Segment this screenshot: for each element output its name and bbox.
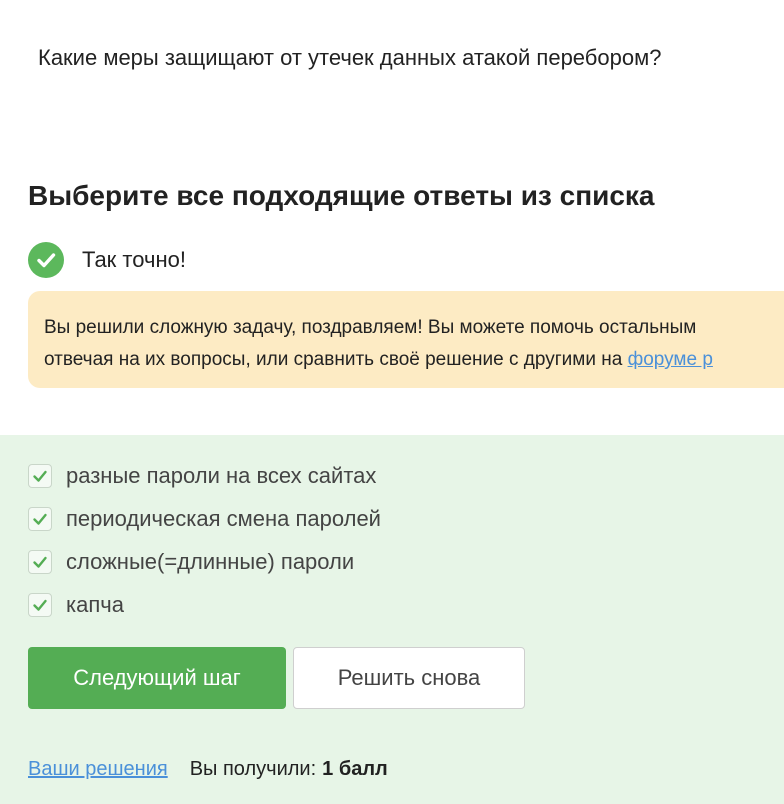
answer-option-2[interactable]: периодическая смена паролей	[28, 506, 381, 532]
footer: Ваши решения Вы получили: 1 балл	[28, 758, 388, 781]
checkmark-icon	[33, 556, 47, 568]
notice-line-2-text: отвечая на их вопросы, или сравнить своё…	[44, 349, 628, 370]
retry-button[interactable]: Решить снова	[293, 647, 525, 709]
answer-option-3[interactable]: сложные(=длинные) пароли	[28, 549, 354, 575]
answer-option-4[interactable]: капча	[28, 592, 124, 618]
checkmark-icon	[33, 470, 47, 482]
forum-link[interactable]: форуме р	[628, 349, 713, 370]
score-value: 1 балл	[322, 758, 388, 780]
next-step-button[interactable]: Следующий шаг	[28, 647, 286, 709]
check-circle-icon	[28, 242, 64, 278]
answer-option-label: разные пароли на всех сайтах	[66, 463, 377, 488]
step-page: Какие меры защищают от утечек данных ата…	[0, 0, 784, 804]
answer-option-label: капча	[66, 592, 124, 617]
score-label: Вы получили:	[189, 758, 317, 780]
checkbox[interactable]	[28, 550, 52, 574]
question-text: Какие меры защищают от утечек данных ата…	[38, 45, 662, 70]
your-solutions-link[interactable]: Ваши решения	[28, 758, 168, 781]
notice-line-1: Вы решили сложную задачу, поздравляем! В…	[44, 317, 697, 338]
answer-option-label: периодическая смена паролей	[66, 506, 381, 531]
checkbox[interactable]	[28, 464, 52, 488]
answer-option-1[interactable]: разные пароли на всех сайтах	[28, 463, 376, 489]
checkbox[interactable]	[28, 507, 52, 531]
congrats-notice: Вы решили сложную задачу, поздравляем! В…	[28, 291, 784, 388]
answers-block	[0, 435, 784, 804]
result-text: Так точно!	[82, 247, 186, 272]
result-status: Так точно!	[28, 242, 186, 278]
notice-line-2: отвечая на их вопросы, или сравнить своё…	[44, 344, 784, 376]
answer-option-label: сложные(=длинные) пароли	[66, 549, 355, 574]
checkmark-icon	[33, 513, 47, 525]
checkbox[interactable]	[28, 593, 52, 617]
checkmark-icon	[33, 599, 47, 611]
section-title: Выберите все подходящие ответы из списка	[28, 180, 655, 211]
